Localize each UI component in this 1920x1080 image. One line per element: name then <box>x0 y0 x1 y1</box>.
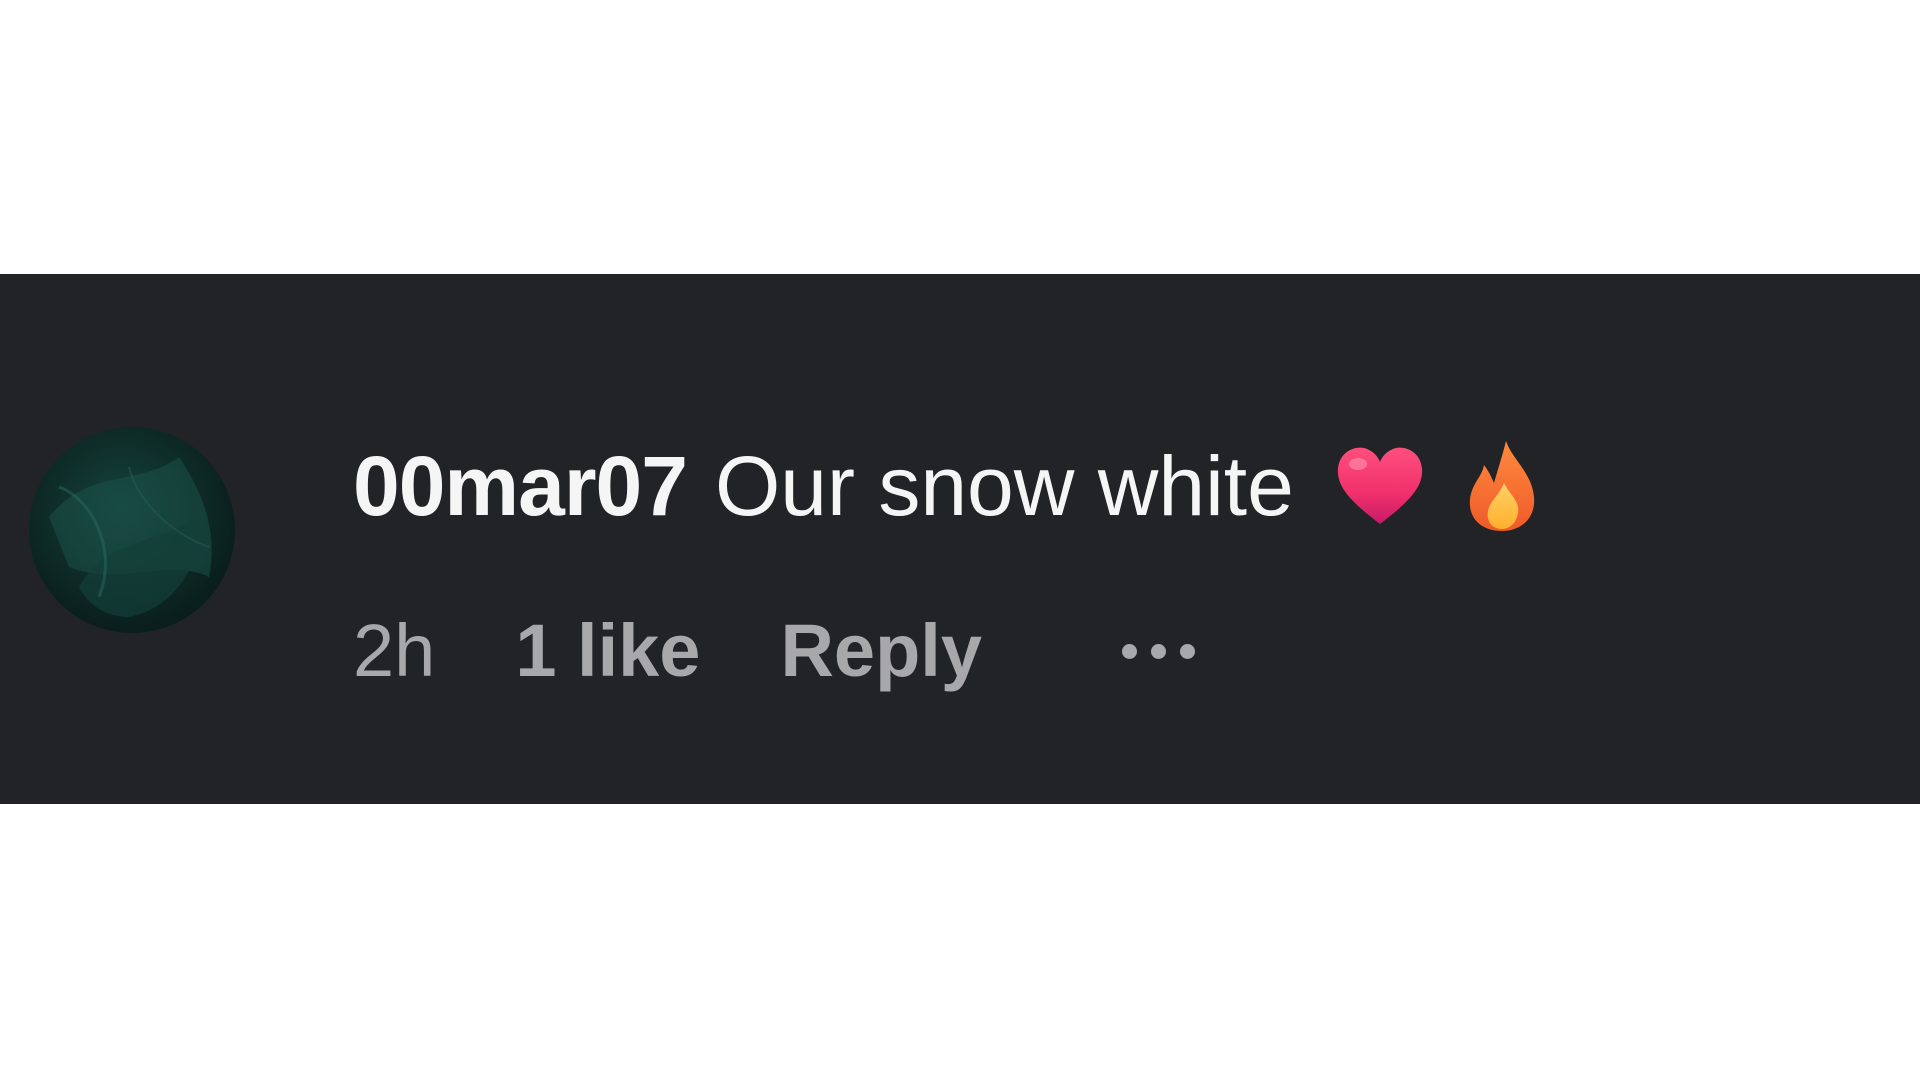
more-dot <box>1121 643 1137 659</box>
more-dot <box>1150 643 1166 659</box>
comment-item: 00mar07 Our snow white 2h 1 like Reply <box>0 274 1920 804</box>
avatar-image <box>49 457 212 617</box>
more-dot <box>1179 643 1195 659</box>
heart-icon <box>1334 444 1426 528</box>
comment-body: 00mar07 Our snow white <box>353 436 1538 536</box>
comment-username[interactable]: 00mar07 <box>353 436 688 536</box>
fire-icon <box>1466 439 1538 533</box>
comment-like-count[interactable]: 1 like <box>515 601 700 701</box>
more-horizontal-icon[interactable] <box>1121 601 1209 701</box>
comment-meta: 2h 1 like Reply <box>353 601 1209 701</box>
avatar[interactable] <box>29 427 235 633</box>
reply-button[interactable]: Reply <box>780 601 982 701</box>
comment-text: Our snow white <box>714 439 1294 533</box>
comment-timestamp[interactable]: 2h <box>353 601 435 701</box>
